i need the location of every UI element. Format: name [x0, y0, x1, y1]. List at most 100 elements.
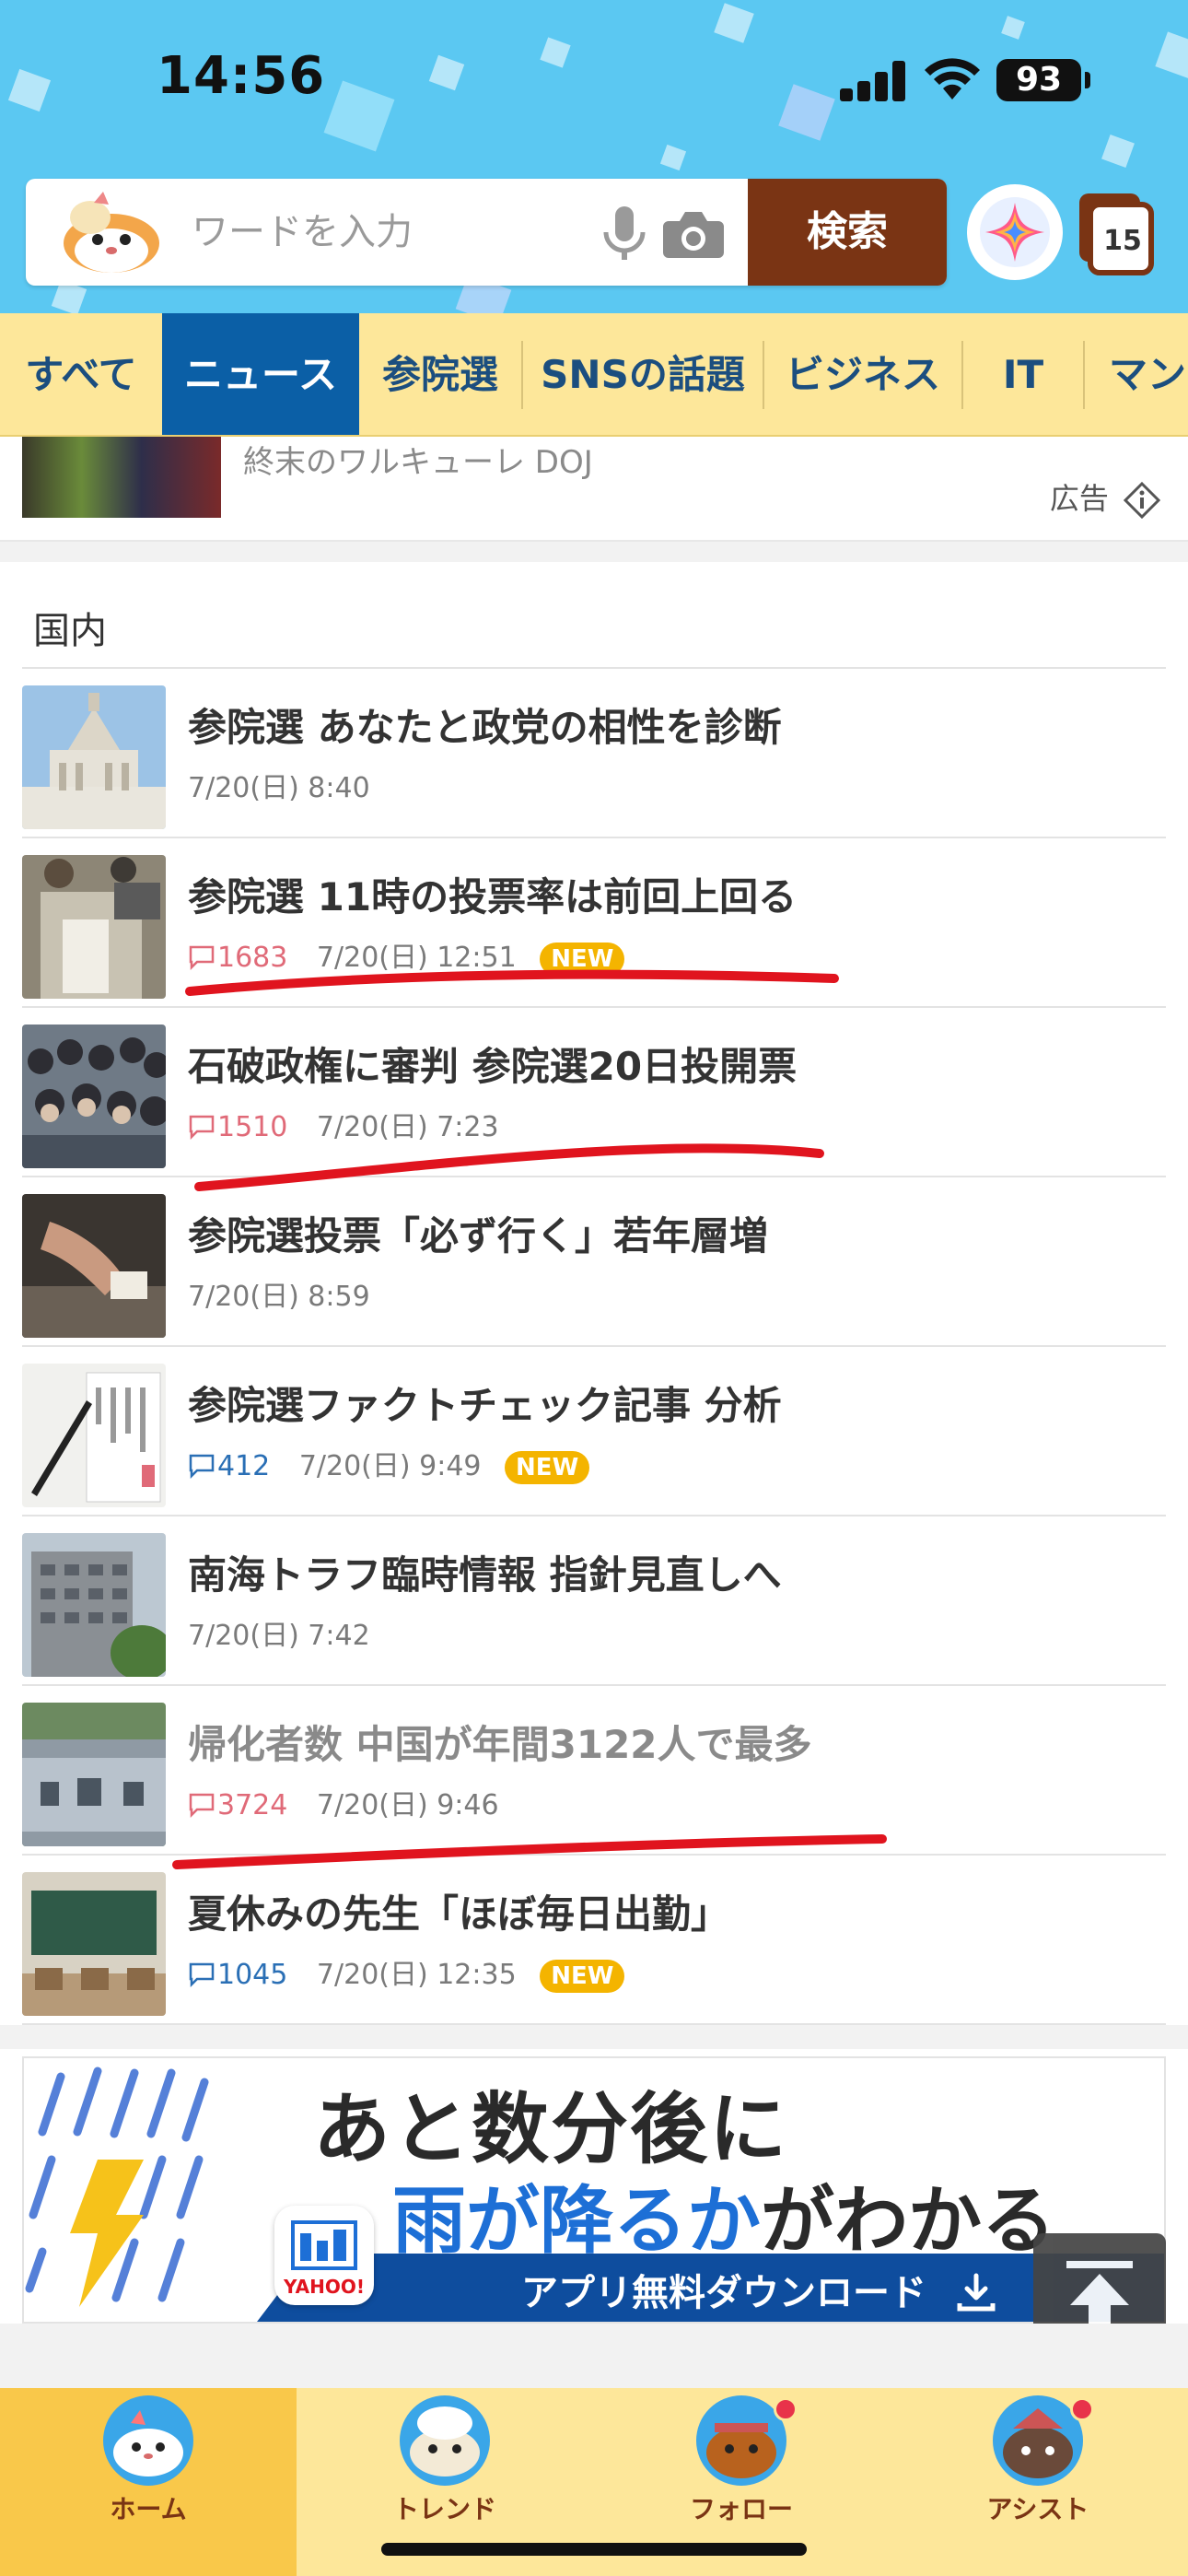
tab-manga[interactable]: マン — [1085, 313, 1188, 435]
comment-icon — [189, 1962, 215, 1988]
banner-highlight: 雨が降るか — [392, 2178, 761, 2264]
download-icon — [957, 2273, 996, 2312]
comment-count[interactable]: 3724 — [188, 1789, 287, 1821]
comment-count-value: 1045 — [217, 1959, 288, 1991]
banner-download-text: アプリ無料ダウンロード — [521, 2272, 926, 2314]
article-title: 参院選 11時の投票率は前回上回る — [188, 874, 798, 919]
news-article[interactable]: 参院選ファクトチェック記事 分析 412 7/20(日) 9:49 NEW — [22, 1347, 1166, 1516]
article-meta: 7/20(日) 7:42 — [188, 1612, 370, 1653]
search-bar[interactable]: 検索 — [26, 179, 947, 286]
article-meta: 3724 7/20(日) 9:46 — [188, 1782, 499, 1822]
comment-icon — [189, 1454, 215, 1480]
news-article[interactable]: 参院選 あなたと政党の相性を診断 7/20(日) 8:40 — [22, 669, 1166, 838]
banner-download-cta[interactable]: アプリ無料ダウンロード — [521, 2263, 996, 2316]
microphone-icon[interactable] — [597, 205, 652, 263]
new-badge: NEW — [505, 1451, 590, 1484]
info-icon — [1124, 482, 1160, 519]
comment-count[interactable]: 412 — [188, 1450, 270, 1482]
banner-subheadline: 雨が降るかがわかる — [392, 2161, 1055, 2268]
tab-upper-house-election[interactable]: 参院選 — [359, 313, 521, 435]
article-title: 参院選 あなたと政党の相性を診断 — [188, 705, 782, 750]
article-thumbnail — [22, 1703, 166, 1846]
ad-row[interactable]: 終末のワルキューレ DOJ 広告 — [0, 437, 1188, 542]
notification-dot — [1070, 2397, 1094, 2421]
section-title: 国内 — [33, 610, 107, 652]
section-header: 国内 — [22, 562, 1166, 669]
article-date: 7/20(日) 12:35 — [316, 1959, 517, 1991]
nav-home-label: ホーム — [110, 2494, 187, 2524]
new-badge: NEW — [540, 943, 625, 976]
article-meta: 1683 7/20(日) 12:51 NEW — [188, 934, 625, 976]
article-thumbnail — [22, 855, 166, 999]
article-date: 7/20(日) 12:51 — [316, 942, 517, 974]
comment-count-value: 412 — [217, 1450, 271, 1482]
screen: 14:56 93 ワードを入力 検索 15 すべて ニュース 参院選 SNSの話… — [0, 0, 1188, 2576]
open-tabs-button[interactable]: 15 — [1076, 190, 1157, 278]
cellular-signal-icon — [840, 61, 906, 101]
notification-dot — [774, 2397, 798, 2421]
article-meta: 7/20(日) 8:59 — [188, 1273, 370, 1314]
camera-icon[interactable] — [661, 208, 726, 260]
app-brand-text: YAHOO! — [284, 2276, 365, 2298]
article-date: 7/20(日) 9:49 — [298, 1450, 482, 1482]
ai-sparkle-icon — [980, 197, 1050, 267]
yahoo-weather-app-icon: YAHOO! — [274, 2206, 374, 2305]
tab-sns-topics[interactable]: SNSの話題 — [523, 313, 763, 435]
new-badge: NEW — [540, 1960, 625, 1993]
comment-count[interactable]: 1683 — [188, 942, 287, 974]
tab-count: 15 — [1103, 225, 1142, 257]
news-article[interactable]: 夏休みの先生「ほぼ毎日出勤」 1045 7/20(日) 12:35 NEW — [22, 1856, 1166, 2025]
tab-news[interactable]: ニュース — [162, 313, 359, 435]
article-title: 南海トラフ臨時情報 指針見直しへ — [188, 1552, 782, 1598]
nav-follow-label: フォロー — [689, 2494, 793, 2524]
nav-trend-label: トレンド — [392, 2494, 496, 2524]
article-thumbnail — [22, 1872, 166, 2016]
news-article[interactable]: 石破政権に審判 参院選20日投開票 1510 7/20(日) 7:23 — [22, 1008, 1166, 1177]
status-bar: 14:56 93 — [0, 0, 1188, 166]
header: 14:56 93 ワードを入力 検索 15 — [0, 0, 1188, 313]
tab-business[interactable]: ビジネス — [764, 313, 961, 435]
article-meta: 1045 7/20(日) 12:35 NEW — [188, 1951, 625, 1993]
comment-count[interactable]: 1510 — [188, 1111, 287, 1143]
ad-text: 終末のワルキューレ DOJ — [243, 444, 593, 481]
weather-app-banner[interactable]: あと数分後に 雨が降るかがわかる アプリ無料ダウンロード YAHOO! — [22, 2056, 1166, 2324]
article-thumbnail — [22, 1533, 166, 1677]
article-title: 帰化者数 中国が年間3122人で最多 — [188, 1722, 812, 1767]
article-date: 7/20(日) 7:23 — [316, 1111, 499, 1143]
nav-assist[interactable]: アシスト — [890, 2388, 1186, 2576]
search-input[interactable] — [192, 195, 578, 269]
article-date: 7/20(日) 8:59 — [188, 1281, 370, 1313]
news-article[interactable]: 参院選投票「必ず行く」若年層増 7/20(日) 8:59 — [22, 1177, 1166, 1347]
mascot-icon — [64, 192, 159, 273]
comment-count[interactable]: 1045 — [188, 1959, 287, 1991]
article-thumbnail — [22, 1364, 166, 1507]
news-article[interactable]: 南海トラフ臨時情報 指針見直しへ 7/20(日) 7:42 — [22, 1516, 1166, 1686]
comment-icon — [189, 1115, 215, 1141]
tab-all[interactable]: すべて — [0, 313, 162, 435]
category-tab-bar: すべて ニュース 参院選 SNSの話題 ビジネス IT マン — [0, 313, 1188, 437]
ai-assistant-button[interactable] — [967, 184, 1063, 280]
ad-label-text: 広告 — [1049, 481, 1109, 516]
wifi-icon — [925, 58, 980, 100]
article-meta: 1510 7/20(日) 7:23 — [188, 1104, 499, 1144]
rain-lightning-icon — [25, 2067, 209, 2307]
ad-thumbnail — [22, 437, 221, 518]
article-date: 7/20(日) 8:40 — [188, 772, 370, 804]
news-article[interactable]: 帰化者数 中国が年間3122人で最多 3724 7/20(日) 9:46 — [22, 1686, 1166, 1856]
news-article[interactable]: 参院選 11時の投票率は前回上回る 1683 7/20(日) 12:51 NEW — [22, 838, 1166, 1008]
comment-count-value: 3724 — [217, 1789, 288, 1821]
banner-subheadline-rest: がわかる — [761, 2178, 1055, 2264]
ad-label[interactable]: 広告 — [1050, 475, 1160, 519]
nav-home[interactable]: ホーム — [0, 2388, 297, 2576]
battery-level: 93 — [996, 59, 1090, 101]
article-title: 夏休みの先生「ほぼ毎日出勤」 — [188, 1891, 730, 1937]
article-title: 石破政権に審判 参院選20日投開票 — [188, 1044, 798, 1089]
article-title: 参院選投票「必ず行く」若年層増 — [188, 1213, 769, 1259]
comment-count-value: 1683 — [217, 942, 288, 974]
page-bottom-gap — [0, 2324, 1188, 2388]
tab-it[interactable]: IT — [963, 313, 1083, 435]
comment-icon — [189, 1793, 215, 1819]
comment-count-value: 1510 — [217, 1111, 288, 1143]
search-button[interactable]: 検索 — [748, 179, 947, 286]
home-indicator[interactable] — [381, 2543, 807, 2556]
